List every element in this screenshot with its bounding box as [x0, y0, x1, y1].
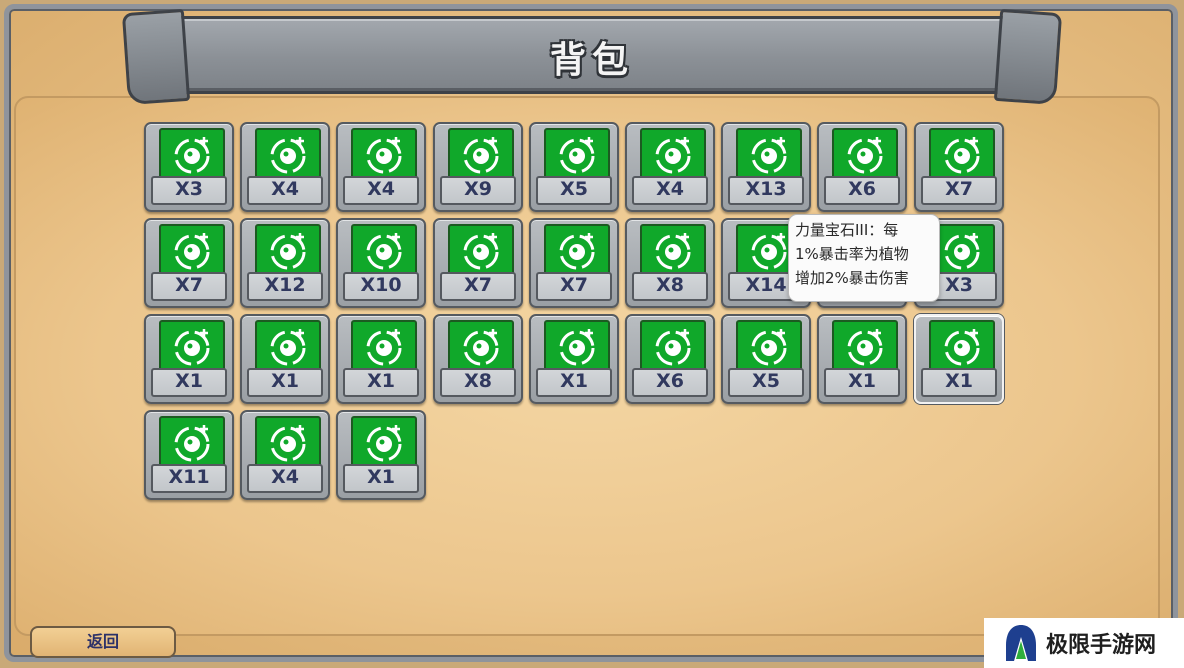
inventory-slot[interactable]: X4: [240, 410, 330, 500]
gem-spiky-plus-icon: [544, 224, 610, 277]
item-count: X13: [728, 176, 804, 205]
item-count: X1: [921, 368, 997, 397]
gem-plus-ring-icon: [255, 320, 321, 373]
inventory-slot[interactable]: X1: [529, 314, 619, 404]
item-count: X1: [151, 368, 227, 397]
title-plate: 背包: [136, 16, 1048, 94]
inventory-slot[interactable]: X13: [721, 122, 811, 212]
tooltip-line-3: 增加2%暴击伤害: [795, 269, 909, 287]
gem-apple-icon: [255, 416, 321, 469]
inventory-slot[interactable]: X6: [625, 314, 715, 404]
gem-cabbage-icon: [159, 128, 225, 181]
inventory-slot[interactable]: X12: [240, 218, 330, 308]
item-count: X5: [728, 368, 804, 397]
inventory-slot[interactable]: X9: [433, 122, 523, 212]
item-count: X7: [440, 272, 516, 301]
item-count: X8: [440, 368, 516, 397]
gem-apple-plus-icon: [640, 224, 706, 277]
item-tooltip: 力量宝石III：每 1%暴击率为植物 增加2%暴击伤害: [788, 214, 940, 302]
inventory-slot[interactable]: X1: [336, 410, 426, 500]
inventory-slot[interactable]: X4: [625, 122, 715, 212]
watermark-logo-icon: [1006, 625, 1036, 661]
inventory-slot[interactable]: X11: [144, 410, 234, 500]
inventory-slot[interactable]: X1: [817, 314, 907, 404]
inventory-slot[interactable]: X8: [433, 314, 523, 404]
item-count: X1: [343, 368, 419, 397]
item-count: X1: [247, 368, 323, 397]
gem-crosshair-icon: [351, 128, 417, 181]
inventory-slot[interactable]: X10: [336, 218, 426, 308]
gem-plus-plus-icon: [832, 320, 898, 373]
watermark-text: 极限手游网: [1046, 633, 1157, 658]
gem-drop-ring-icon: [544, 320, 610, 373]
site-watermark: 极限手游网: [984, 618, 1184, 668]
gem-hammer-minus-icon: [448, 320, 514, 373]
gem-bomb-plus-icon: [351, 224, 417, 277]
item-count: X7: [536, 272, 612, 301]
item-count: X1: [343, 464, 419, 493]
inventory-slot[interactable]: X5: [529, 122, 619, 212]
gem-pea-plus-icon: [255, 128, 321, 181]
inventory-slot[interactable]: X5: [721, 314, 811, 404]
item-count: X5: [536, 176, 612, 205]
gem-jaws-ring-icon: [159, 320, 225, 373]
tooltip-line-1: 力量宝石III：每: [795, 221, 899, 239]
gem-sunburst-icon: [159, 416, 225, 469]
gem-book-icon: [929, 128, 995, 181]
gem-hand-minus-icon: [832, 128, 898, 181]
inventory-slot[interactable]: X1: [240, 314, 330, 404]
item-count: X11: [151, 464, 227, 493]
gem-face-hat-icon: [736, 128, 802, 181]
page-title: 背包: [549, 40, 634, 81]
item-count: X4: [632, 176, 708, 205]
inventory-slot[interactable]: X1: [144, 314, 234, 404]
item-count: X4: [343, 176, 419, 205]
item-count: X1: [824, 368, 900, 397]
gem-jaws-drop-icon: [640, 320, 706, 373]
item-count: X7: [921, 176, 997, 205]
item-count: X10: [343, 272, 419, 301]
gem-burst-minus-icon: [159, 224, 225, 277]
inventory-slot[interactable]: X7: [529, 218, 619, 308]
inventory-slot[interactable]: X7: [914, 122, 1004, 212]
gem-jaws-selected-icon: [929, 320, 995, 373]
item-count: X4: [247, 464, 323, 493]
gem-splash-icon: [448, 224, 514, 277]
item-count: X12: [247, 272, 323, 301]
item-count: X3: [151, 176, 227, 205]
inventory-slot[interactable]: X8: [625, 218, 715, 308]
gem-burst-plus-icon: [255, 224, 321, 277]
gem-target-x-icon: [448, 128, 514, 181]
item-count: X8: [632, 272, 708, 301]
inventory-slot[interactable]: X3: [144, 122, 234, 212]
inventory-slot[interactable]: X4: [336, 122, 426, 212]
gem-seeds-plus-icon: [736, 320, 802, 373]
inventory-slot[interactable]: X1: [336, 314, 426, 404]
item-count: X7: [151, 272, 227, 301]
inventory-slot[interactable]: X6: [817, 122, 907, 212]
back-button[interactable]: 返回: [30, 626, 176, 658]
item-count: X1: [536, 368, 612, 397]
inventory-slot[interactable]: X7: [144, 218, 234, 308]
inventory-slot[interactable]: X7: [433, 218, 523, 308]
item-count: X6: [824, 176, 900, 205]
inventory-slot[interactable]: X1: [914, 314, 1004, 404]
item-count: X6: [632, 368, 708, 397]
inventory-slot[interactable]: X4: [240, 122, 330, 212]
gem-cabbage-ring-icon: [544, 128, 610, 181]
tooltip-line-2: 1%暴击率为植物: [795, 245, 909, 263]
item-count: X9: [440, 176, 516, 205]
gem-pot-plant-icon: [351, 416, 417, 469]
gem-face-icon: [640, 128, 706, 181]
item-count: X4: [247, 176, 323, 205]
gem-zero-ring-icon: [351, 320, 417, 373]
